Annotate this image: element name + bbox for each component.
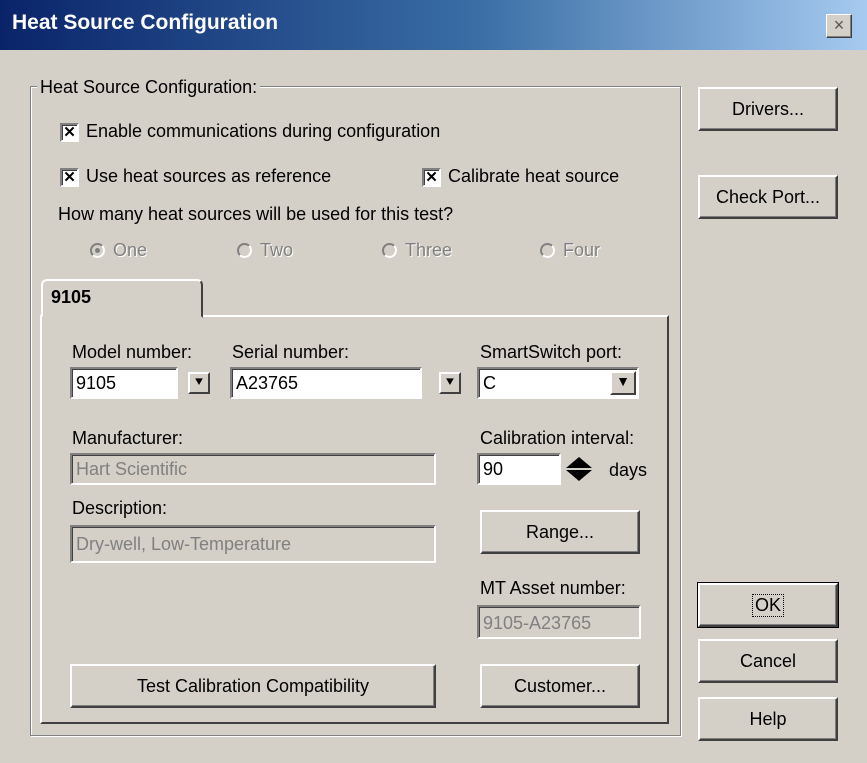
serial-number-dropdown-button[interactable]: ⯆ (439, 372, 461, 394)
arrow-down-icon: ⯆ (193, 374, 205, 390)
smartswitch-dropdown-button[interactable]: ▼ (610, 371, 636, 395)
enable-communications-label: Enable communications during configurati… (86, 121, 441, 141)
smartswitch-port-label: SmartSwitch port: (480, 342, 623, 362)
window-title: Heat Source Configuration (12, 11, 279, 34)
manufacturer-label: Manufacturer: (72, 428, 184, 448)
calibration-interval-label: Calibration interval: (480, 428, 635, 448)
heat-source-count-question: How many heat sources will be used for t… (58, 204, 454, 224)
chevron-down-icon: ▼ (616, 373, 630, 389)
radio-one[interactable] (90, 243, 105, 258)
ok-button[interactable]: OK (697, 582, 839, 628)
use-reference-checkbox[interactable]: ✕ (60, 168, 79, 187)
radio-two[interactable] (237, 243, 252, 258)
tab-9105-label: 9105 (51, 287, 92, 307)
asset-number-label: MT Asset number: (480, 578, 626, 598)
radio-four-label: Four (563, 240, 601, 260)
customer-button[interactable]: Customer... (480, 664, 640, 708)
use-reference-label: Use heat sources as reference (86, 166, 332, 186)
model-number-dropdown-button[interactable]: ⯆ (188, 372, 210, 394)
range-button[interactable]: Range... (480, 510, 640, 554)
asset-number-field: 9105-A23765 (477, 605, 641, 639)
enable-communications-checkbox[interactable]: ✕ (60, 123, 79, 142)
radio-two-label: Two (260, 240, 294, 260)
description-label: Description: (72, 498, 168, 518)
calibrate-heat-source-checkbox[interactable]: ✕ (422, 168, 441, 187)
serial-number-label: Serial number: (232, 342, 350, 362)
radio-three-label: Three (405, 240, 453, 260)
radio-four[interactable] (540, 243, 555, 258)
test-calibration-compatibility-button[interactable]: Test Calibration Compatibility (70, 664, 436, 708)
model-number-label: Model number: (72, 342, 193, 362)
interval-unit-label: days (609, 460, 648, 480)
tab-9105[interactable]: 9105 (41, 279, 203, 318)
check-port-button[interactable]: Check Port... (698, 175, 838, 219)
calibrate-heat-source-label: Calibrate heat source (448, 166, 620, 186)
radio-one-label: One (113, 240, 148, 260)
model-number-field[interactable]: 9105 (70, 367, 178, 399)
manufacturer-field: Hart Scientific (70, 453, 436, 485)
calibration-interval-spinner[interactable] (564, 455, 594, 483)
help-button[interactable]: Help (698, 697, 838, 741)
arrow-down-icon: ⯆ (444, 374, 456, 390)
close-icon: × (833, 15, 845, 35)
serial-number-field[interactable]: A23765 (230, 367, 422, 399)
drivers-button[interactable]: Drivers... (698, 87, 838, 131)
groupbox-label: Heat Source Configuration: (37, 77, 261, 98)
radio-three[interactable] (382, 243, 397, 258)
calibration-interval-field[interactable]: 90 (477, 453, 561, 485)
cancel-button[interactable]: Cancel (698, 639, 838, 683)
spinner-arrows-icon (566, 457, 592, 481)
close-button[interactable]: × (826, 14, 852, 38)
description-field: Dry-well, Low-Temperature (70, 525, 436, 563)
